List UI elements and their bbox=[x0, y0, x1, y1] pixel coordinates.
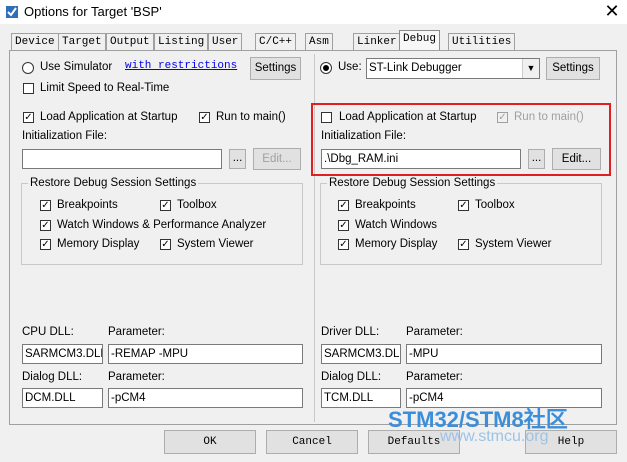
left-memory-label: Memory Display bbox=[57, 238, 140, 250]
debugger-select-value: ST-Link Debugger bbox=[369, 62, 462, 74]
left-run-to-main-label: Run to main() bbox=[216, 111, 286, 123]
cpu-param-label: Parameter: bbox=[108, 326, 165, 338]
right-init-file-label: Initialization File: bbox=[321, 130, 407, 142]
right-breakpoints-checkbox[interactable]: ✓ bbox=[338, 200, 349, 211]
left-init-file-input[interactable] bbox=[22, 149, 222, 169]
left-dialog-dll-input[interactable]: DCM.DLL bbox=[22, 388, 103, 408]
app-icon bbox=[6, 6, 18, 18]
right-toolbox-checkbox[interactable]: ✓ bbox=[458, 200, 469, 211]
left-sysviewer-checkbox[interactable]: ✓ bbox=[160, 239, 171, 250]
left-restore-group-title: Restore Debug Session Settings bbox=[28, 177, 199, 189]
right-restore-group-title: Restore Debug Session Settings bbox=[327, 177, 498, 189]
right-browse-button[interactable]: ... bbox=[528, 149, 545, 169]
left-watch-label: Watch Windows & Performance Analyzer bbox=[57, 219, 267, 231]
window-title: Options for Target 'BSP' bbox=[24, 4, 162, 19]
debugger-settings-button[interactable]: Settings bbox=[546, 57, 600, 80]
right-sysviewer-label: System Viewer bbox=[475, 238, 552, 250]
debugger-select[interactable]: ST-Link Debugger ▼ bbox=[366, 58, 540, 79]
right-memory-checkbox[interactable]: ✓ bbox=[338, 239, 349, 250]
limit-speed-label: Limit Speed to Real-Time bbox=[40, 82, 170, 94]
left-memory-checkbox[interactable]: ✓ bbox=[40, 239, 51, 250]
left-watch-checkbox[interactable]: ✓ bbox=[40, 220, 51, 231]
tab-target[interactable]: Target bbox=[58, 33, 106, 50]
right-toolbox-label: Toolbox bbox=[475, 199, 515, 211]
tab-utilities[interactable]: Utilities bbox=[448, 33, 516, 50]
right-breakpoints-label: Breakpoints bbox=[355, 199, 416, 211]
tab-output[interactable]: Output bbox=[106, 33, 154, 50]
watermark-url: www.stmcu.org bbox=[440, 428, 549, 445]
close-icon[interactable]: ✕ bbox=[598, 0, 626, 24]
driver-param-label: Parameter: bbox=[406, 326, 463, 338]
ok-button[interactable]: OK bbox=[164, 430, 256, 454]
right-sysviewer-checkbox[interactable]: ✓ bbox=[458, 239, 469, 250]
driver-dll-label: Driver DLL: bbox=[321, 326, 380, 338]
cpu-param-input[interactable]: -REMAP -MPU bbox=[108, 344, 303, 364]
left-dialog-param-label: Parameter: bbox=[108, 371, 165, 383]
tab-c-cpp[interactable]: C/C++ bbox=[255, 33, 297, 50]
tab-listing[interactable]: Listing bbox=[154, 33, 209, 50]
cpu-dll-label: CPU DLL: bbox=[22, 326, 74, 338]
cpu-dll-input[interactable]: SARMCM3.DLL bbox=[22, 344, 103, 364]
left-breakpoints-checkbox[interactable]: ✓ bbox=[40, 200, 51, 211]
chevron-down-icon[interactable]: ▼ bbox=[522, 59, 539, 78]
left-load-app-label: Load Application at Startup bbox=[40, 111, 178, 123]
right-watch-label: Watch Windows bbox=[355, 219, 438, 231]
left-breakpoints-label: Breakpoints bbox=[57, 199, 118, 211]
right-load-app-checkbox[interactable] bbox=[321, 112, 332, 123]
left-dialog-dll-label: Dialog DLL: bbox=[22, 371, 83, 383]
tab-device[interactable]: Device bbox=[11, 33, 59, 50]
left-toolbox-checkbox[interactable]: ✓ bbox=[160, 200, 171, 211]
left-dialog-param-input[interactable]: -pCM4 bbox=[108, 388, 303, 408]
cancel-button[interactable]: Cancel bbox=[266, 430, 358, 454]
driver-param-input[interactable]: -MPU bbox=[406, 344, 602, 364]
right-memory-label: Memory Display bbox=[355, 238, 438, 250]
right-init-file-input[interactable]: .\Dbg_RAM.ini bbox=[321, 149, 521, 169]
use-debugger-radio[interactable] bbox=[320, 62, 332, 74]
with-restrictions-link[interactable]: with restrictions bbox=[125, 60, 237, 72]
driver-dll-input[interactable]: SARMCM3.DLL bbox=[321, 344, 401, 364]
title-bar: Options for Target 'BSP' ✕ bbox=[0, 0, 627, 24]
right-dialog-dll-label: Dialog DLL: bbox=[321, 371, 382, 383]
left-edit-button[interactable]: Edit... bbox=[253, 148, 301, 170]
right-edit-button[interactable]: Edit... bbox=[552, 148, 601, 170]
right-watch-checkbox[interactable]: ✓ bbox=[338, 220, 349, 231]
left-toolbox-label: Toolbox bbox=[177, 199, 217, 211]
tab-asm[interactable]: Asm bbox=[305, 33, 333, 50]
left-init-file-label: Initialization File: bbox=[22, 130, 108, 142]
left-run-to-main-checkbox[interactable]: ✓ bbox=[199, 112, 210, 123]
tab-debug[interactable]: Debug bbox=[399, 30, 441, 50]
use-simulator-radio[interactable] bbox=[22, 62, 34, 74]
tab-user[interactable]: User bbox=[208, 33, 243, 50]
left-sysviewer-label: System Viewer bbox=[177, 238, 254, 250]
use-simulator-label: Use Simulator bbox=[40, 61, 113, 73]
right-load-app-label: Load Application at Startup bbox=[339, 111, 477, 123]
left-browse-button[interactable]: ... bbox=[229, 149, 246, 169]
right-run-to-main-label: Run to main() bbox=[514, 111, 584, 123]
left-load-app-checkbox[interactable]: ✓ bbox=[23, 112, 34, 123]
simulator-settings-button[interactable]: Settings bbox=[250, 57, 301, 80]
use-label: Use: bbox=[338, 61, 362, 73]
right-run-to-main-checkbox[interactable]: ✓ bbox=[497, 112, 508, 123]
radio-selected-dot bbox=[323, 65, 329, 71]
right-dialog-param-label: Parameter: bbox=[406, 371, 463, 383]
tab-linker[interactable]: Linker bbox=[353, 33, 401, 50]
limit-speed-checkbox[interactable] bbox=[23, 83, 34, 94]
